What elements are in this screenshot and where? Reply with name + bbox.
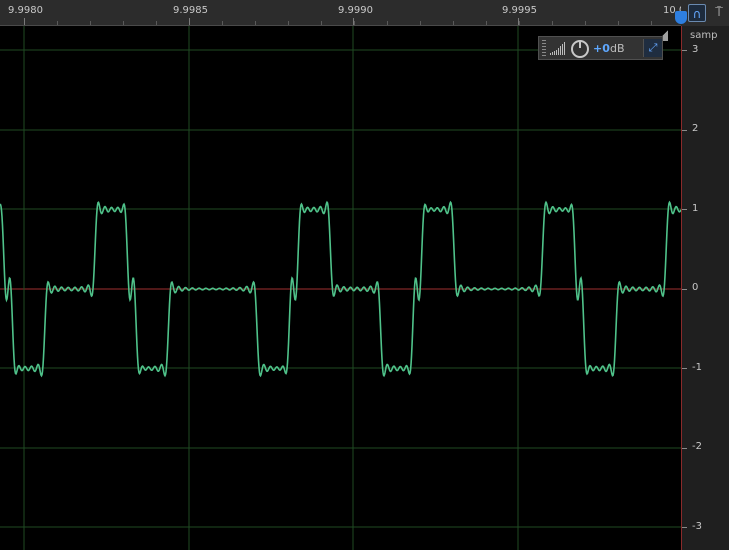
pin-icon: ⍑ [715, 5, 723, 20]
amplitude-label: -1 [692, 362, 702, 373]
ruler-minor-tick [222, 21, 223, 25]
amplitude-tick [682, 50, 687, 51]
ruler-minor-tick [123, 21, 124, 25]
gain-unit: dB [610, 42, 625, 55]
ruler-minor-tick [519, 21, 520, 25]
ruler-minor-tick [288, 21, 289, 25]
amplitude-label: 1 [692, 203, 699, 214]
playhead-marker[interactable] [675, 11, 687, 24]
waveform-display[interactable] [0, 26, 681, 550]
ruler-minor-tick [57, 21, 58, 25]
volume-knob-icon[interactable] [571, 40, 589, 58]
ruler-minor-tick [156, 21, 157, 25]
ruler-minor-tick [618, 21, 619, 25]
amplitude-tick [682, 130, 687, 131]
ruler-minor-tick [255, 21, 256, 25]
ruler-minor-tick [321, 21, 322, 25]
amplitude-label: 2 [692, 123, 699, 134]
level-meter-icon [550, 42, 565, 55]
ruler-label: 9.9990 [338, 5, 373, 16]
ruler-minor-tick [585, 21, 586, 25]
ruler-minor-tick [552, 21, 553, 25]
pin-button[interactable]: ⍑ [712, 3, 726, 23]
toolbar-corner: ∩ ⍑ [681, 0, 729, 27]
amplitude-tick [682, 527, 687, 528]
amplitude-label: 3 [692, 44, 699, 55]
amplitude-label: -2 [692, 441, 702, 452]
volume-hud[interactable]: +0 dB ⤢ [538, 36, 663, 60]
amplitude-ruler[interactable]: samp 3 2 1 0 -1 -2 -3 [681, 26, 729, 550]
ruler-label: 9.9980 [8, 5, 43, 16]
snap-button[interactable]: ∩ [688, 4, 706, 22]
ruler-minor-tick [651, 21, 652, 25]
waveform-canvas [0, 26, 681, 550]
drag-grip-icon[interactable] [542, 40, 546, 56]
amplitude-unit-label: samp [690, 30, 718, 41]
amplitude-tick [682, 209, 687, 210]
amplitude-tick [682, 289, 687, 290]
time-ruler[interactable]: 9.9980 9.9985 9.9990 9.9995 10.0 [0, 0, 681, 26]
gain-value[interactable]: +0 [593, 42, 610, 55]
ruler-label: 9.9985 [173, 5, 208, 16]
hud-pin-button[interactable]: ⤢ [643, 39, 662, 57]
ruler-minor-tick [420, 21, 421, 25]
amplitude-label: -3 [692, 521, 702, 532]
amplitude-tick [682, 448, 687, 449]
ruler-major-tick [24, 18, 25, 25]
ruler-minor-tick [486, 21, 487, 25]
ruler-major-tick [189, 18, 190, 25]
magnet-icon: ∩ [692, 7, 702, 21]
amplitude-tick [682, 368, 687, 369]
pin-icon: ⤢ [648, 41, 658, 54]
amplitude-label: 0 [692, 282, 699, 293]
ruler-minor-tick [354, 21, 355, 25]
ruler-label: 9.9995 [502, 5, 537, 16]
ruler-minor-tick [453, 21, 454, 25]
ruler-minor-tick [90, 21, 91, 25]
ruler-minor-tick [387, 21, 388, 25]
